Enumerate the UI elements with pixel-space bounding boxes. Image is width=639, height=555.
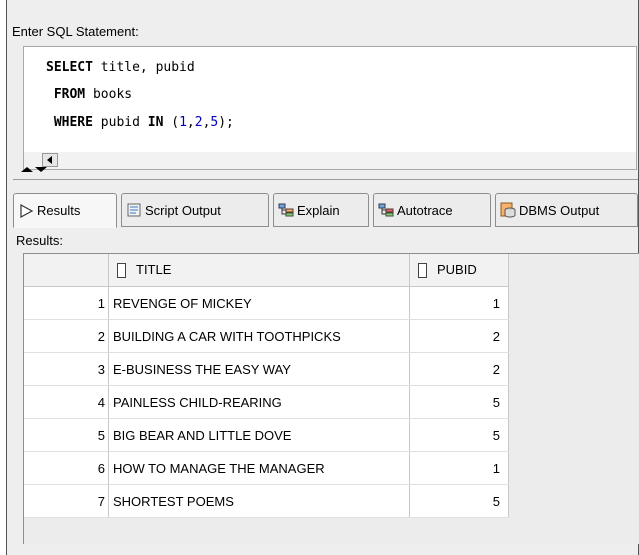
row-number-cell[interactable]: 3	[24, 352, 109, 386]
sql-line-1: SELECT title, pubid	[46, 60, 195, 75]
sql-text: pubid	[92, 115, 148, 130]
table-row[interactable]: 1 REVENGE OF MICKEY 1	[24, 286, 509, 320]
tab-results-label: Results	[37, 203, 81, 218]
pubid-cell[interactable]: 2	[409, 352, 509, 386]
sql-number: 1	[179, 115, 187, 130]
pane-splitter[interactable]	[13, 171, 638, 180]
sql-worksheet-panel: Enter SQL Statement: SELECT title, pubid…	[6, 0, 639, 555]
script-output-icon	[125, 201, 143, 219]
sql-keyword: IN	[147, 115, 164, 130]
tab-script-output-label: Script Output	[145, 202, 221, 218]
sort-icon	[117, 263, 126, 279]
tab-script-output[interactable]: Script Output	[121, 193, 269, 227]
editor-horizontal-scrollbar[interactable]	[23, 152, 637, 170]
sql-text: books	[85, 87, 133, 102]
sql-keyword: FROM	[46, 87, 86, 102]
sql-text: );	[218, 115, 234, 130]
grid-corner-cell	[24, 254, 109, 287]
pubid-cell[interactable]: 2	[409, 319, 509, 353]
title-cell[interactable]: BUILDING A CAR WITH TOOTHPICKS	[108, 319, 410, 353]
dbms-output-icon	[499, 201, 517, 219]
title-cell[interactable]: SHORTEST POEMS	[108, 484, 410, 518]
table-row[interactable]: 5 BIG BEAR AND LITTLE DOVE 5	[24, 418, 509, 452]
sql-number: 2	[194, 115, 203, 130]
sql-text: title, pubid	[92, 60, 195, 75]
splitter-arrows-icon[interactable]	[19, 166, 49, 178]
output-tabstrip: Results Script Output Explain Autotrace …	[13, 193, 638, 229]
row-number-cell[interactable]: 4	[24, 385, 109, 419]
tab-autotrace[interactable]: Autotrace	[373, 193, 491, 227]
sql-statement-label: Enter SQL Statement:	[12, 24, 139, 39]
title-cell[interactable]: BIG BEAR AND LITTLE DOVE	[108, 418, 410, 452]
sql-keyword: SELECT	[46, 60, 93, 75]
run-arrow-icon	[17, 202, 35, 220]
row-number-cell[interactable]: 6	[24, 451, 109, 485]
table-row[interactable]: 4 PAINLESS CHILD-REARING 5	[24, 385, 509, 419]
tab-dbms-output-label: DBMS Output	[519, 202, 600, 218]
sql-text: (	[163, 115, 180, 130]
row-number-cell[interactable]: 1	[24, 286, 109, 320]
grid-header-row: TITLE PUBID	[24, 254, 509, 287]
column-header-title-label: TITLE	[136, 261, 172, 277]
row-number-cell[interactable]: 7	[24, 484, 109, 518]
autotrace-icon	[377, 201, 395, 219]
scroll-left-icon[interactable]	[42, 153, 58, 167]
title-cell[interactable]: PAINLESS CHILD-REARING	[108, 385, 410, 419]
tab-results[interactable]: Results	[13, 193, 117, 228]
sql-line-2: FROM books	[46, 87, 132, 102]
title-cell[interactable]: HOW TO MANAGE THE MANAGER	[108, 451, 410, 485]
sql-keyword: WHERE	[46, 115, 93, 130]
pubid-cell[interactable]: 1	[409, 451, 509, 485]
results-grid: TITLE PUBID 1 REVENGE OF MICKEY 1 2 BUILDING…	[23, 253, 639, 544]
column-header-pubid[interactable]: PUBID	[409, 254, 509, 287]
table-row[interactable]: 2 BUILDING A CAR WITH TOOTHPICKS 2	[24, 319, 509, 353]
sql-line-3: WHERE pubid IN (1,2,5);	[46, 115, 234, 130]
pubid-cell[interactable]: 5	[409, 484, 509, 518]
sql-text: ,	[186, 115, 195, 130]
table-row[interactable]: 6 HOW TO MANAGE THE MANAGER 1	[24, 451, 509, 485]
sql-editor[interactable]: SELECT title, pubid FROM books WHERE pub…	[23, 46, 637, 154]
pubid-cell[interactable]: 1	[409, 286, 509, 320]
sort-icon	[418, 263, 427, 279]
title-cell[interactable]: REVENGE OF MICKEY	[108, 286, 410, 320]
column-header-title[interactable]: TITLE	[108, 254, 410, 287]
pubid-cell[interactable]: 5	[409, 385, 509, 419]
tab-explain[interactable]: Explain	[273, 193, 369, 227]
tab-explain-label: Explain	[297, 202, 340, 218]
results-label: Results:	[16, 233, 63, 248]
row-number-cell[interactable]: 2	[24, 319, 109, 353]
table-row[interactable]: 7 SHORTEST POEMS 5	[24, 484, 509, 518]
table-row[interactable]: 3 E-BUSINESS THE EASY WAY 2	[24, 352, 509, 386]
column-header-pubid-label: PUBID	[437, 261, 477, 277]
tab-dbms-output[interactable]: DBMS Output	[495, 193, 638, 227]
pubid-cell[interactable]: 5	[409, 418, 509, 452]
tab-autotrace-label: Autotrace	[397, 202, 453, 218]
explain-plan-icon	[277, 201, 295, 219]
row-number-cell[interactable]: 5	[24, 418, 109, 452]
title-cell[interactable]: E-BUSINESS THE EASY WAY	[108, 352, 410, 386]
